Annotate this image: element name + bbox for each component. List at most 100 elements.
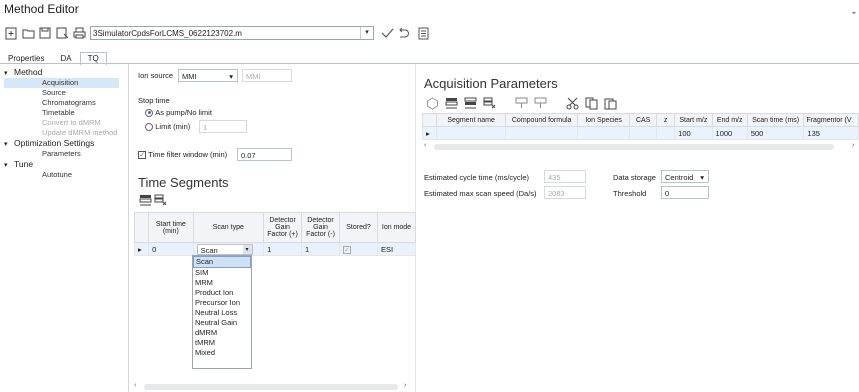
stop-time-limit-input[interactable]: 1 [199, 120, 247, 133]
method-file-combo[interactable]: 3SimulatorCpdsForLCMS_0622123702.m ▾ [90, 26, 374, 40]
scan-type-option[interactable]: Neutral Loss [193, 308, 251, 318]
scan-type-option[interactable]: Neutral Gain [193, 318, 251, 328]
tree-item-autotune[interactable]: Autotune [4, 170, 119, 180]
window-title: Method Editor [4, 2, 79, 16]
scan-type-option[interactable]: MRM [193, 278, 251, 288]
cube-icon[interactable] [425, 96, 439, 110]
scroll-right-icon[interactable]: › [852, 142, 854, 149]
z-cell[interactable] [655, 126, 676, 140]
tree-item-acquisition[interactable]: Acquisition [4, 78, 119, 88]
scroll-left-icon[interactable]: ‹ [134, 382, 136, 389]
time-filter-checkbox[interactable]: ✓ Time filter window (min) [138, 150, 227, 159]
stop-time-limit-option[interactable]: Limit (min) [145, 122, 190, 131]
cas-cell[interactable] [629, 126, 657, 140]
stop-time-label: Stop time [138, 96, 170, 105]
add-row-icon[interactable] [444, 96, 458, 110]
tree-item-timetable[interactable]: Timetable [4, 108, 119, 118]
delete-row-icon[interactable] [482, 96, 496, 110]
paste-icon[interactable] [603, 96, 617, 110]
add-row-icon[interactable] [138, 193, 152, 207]
scroll-left-icon[interactable]: ‹ [424, 142, 426, 149]
column-header: Ion Species [576, 113, 631, 127]
column-header: Start m/z [674, 113, 713, 127]
copy-icon[interactable] [584, 96, 598, 110]
tree-item-parameters[interactable]: Parameters [4, 149, 119, 159]
scrollbar-thumb[interactable] [144, 384, 398, 390]
threshold-label: Threshold [613, 189, 647, 198]
radio-selected-icon[interactable] [145, 108, 153, 117]
threshold-input[interactable]: 0 [661, 186, 709, 199]
print-icon[interactable] [72, 26, 86, 40]
column-header: End m/z [711, 113, 748, 127]
insert-row-icon[interactable] [463, 96, 477, 110]
gain-positive-cell[interactable]: 1 [263, 242, 303, 256]
ion-source-select[interactable]: MMI ▾ [178, 69, 238, 82]
method-file-name: 3SimulatorCpdsForLCMS_0622123702.m [93, 29, 242, 38]
tree-item-chromatograms[interactable]: Chromatograms [4, 98, 119, 108]
scan-type-option[interactable]: dMRM [193, 328, 251, 338]
segment-name-cell[interactable] [435, 126, 507, 140]
move-down-icon[interactable] [514, 96, 528, 110]
row-pointer-icon: ▸ [422, 126, 437, 140]
dropdown-spacer [193, 358, 251, 368]
new-method-icon[interactable] [4, 26, 18, 40]
scan-type-select[interactable]: Scan ▾ [196, 243, 253, 255]
start-time-cell[interactable]: 0 [148, 242, 194, 256]
fragmentor-cell[interactable]: 135 [803, 126, 859, 140]
time-segments-scrollbar[interactable]: ‹ › [134, 382, 410, 391]
compound-formula-cell[interactable] [505, 126, 578, 140]
scan-type-option[interactable]: Mixed [193, 348, 251, 358]
ion-mode-cell[interactable]: ESI [376, 242, 417, 256]
scan-type-option[interactable]: Precursor Ion [193, 298, 251, 308]
scan-type-option[interactable]: Scan [193, 256, 251, 268]
gain-negative-cell[interactable]: 1 [301, 242, 341, 256]
pin-icon[interactable]: ⌖ [852, 10, 856, 18]
time-segments-title: Time Segments [138, 175, 229, 190]
scan-type-cell[interactable]: Scan ▾ [192, 242, 265, 256]
checkmark-icon[interactable] [380, 26, 394, 40]
delete-row-icon[interactable] [153, 193, 167, 207]
tree-category-method[interactable]: ▾ Method [4, 67, 119, 78]
ion-species-cell[interactable] [576, 126, 631, 140]
save-icon[interactable] [38, 26, 52, 40]
scan-speed-value: 2083 [544, 186, 586, 199]
column-header: Detector Gain Factor (+) [263, 212, 303, 243]
undo-icon[interactable] [396, 26, 410, 40]
open-folder-icon[interactable] [21, 26, 35, 40]
save-as-icon[interactable] [55, 26, 69, 40]
tree-item-update-dmrm: Update dMRM method [42, 128, 118, 137]
collapse-arrow-icon[interactable]: ▾ [4, 68, 14, 79]
move-up-icon[interactable] [533, 96, 547, 110]
stop-time-nolimit-option[interactable]: As pump/No limit [145, 108, 212, 117]
scan-type-option[interactable]: tMRM [193, 338, 251, 348]
checkbox-checked-icon[interactable]: ✓ [343, 245, 352, 254]
scroll-right-icon[interactable]: › [404, 382, 406, 389]
collapse-arrow-icon[interactable]: ▾ [4, 160, 14, 171]
end-mz-cell[interactable]: 1000 [711, 126, 748, 140]
data-storage-select[interactable]: Centroid ▾ [661, 170, 709, 183]
table-row[interactable]: ▸ 0 Scan ▾ 1 1 ✓ ESI [133, 242, 417, 256]
cut-icon[interactable] [565, 96, 579, 110]
tree-category-tune[interactable]: ▾ Tune [4, 159, 119, 170]
collapse-arrow-icon[interactable]: ▾ [4, 139, 14, 150]
tree-item-source[interactable]: Source [4, 88, 119, 98]
acquisition-scrollbar[interactable]: ‹ › [422, 142, 859, 151]
checkbox-checked-icon[interactable]: ✓ [138, 150, 146, 159]
time-segments-table: Start time (min) Scan type Detector Gain… [133, 212, 417, 256]
chevron-down-icon[interactable]: ▾ [242, 244, 252, 254]
table-row[interactable]: ▸ 100 1000 500 135 [422, 126, 859, 140]
start-mz-cell[interactable]: 100 [674, 126, 713, 140]
scrollbar-thumb[interactable] [434, 144, 834, 150]
column-header: Ion mode [376, 212, 417, 243]
column-header: Fragmentor (V [803, 113, 859, 127]
chevron-down-icon[interactable]: ▾ [360, 27, 373, 39]
scan-time-cell[interactable]: 500 [746, 126, 805, 140]
radio-icon[interactable] [145, 122, 153, 131]
ion-source-secondary: MMI [242, 69, 292, 82]
tree-category-optimization[interactable]: ▾ Optimization Settings [4, 138, 119, 149]
time-filter-input[interactable]: 0.07 [237, 148, 292, 161]
scan-type-option[interactable]: Product Ion [193, 288, 251, 298]
scan-type-option[interactable]: SIM [193, 268, 251, 278]
notes-icon[interactable] [416, 26, 430, 40]
stored-cell[interactable]: ✓ [339, 242, 378, 256]
